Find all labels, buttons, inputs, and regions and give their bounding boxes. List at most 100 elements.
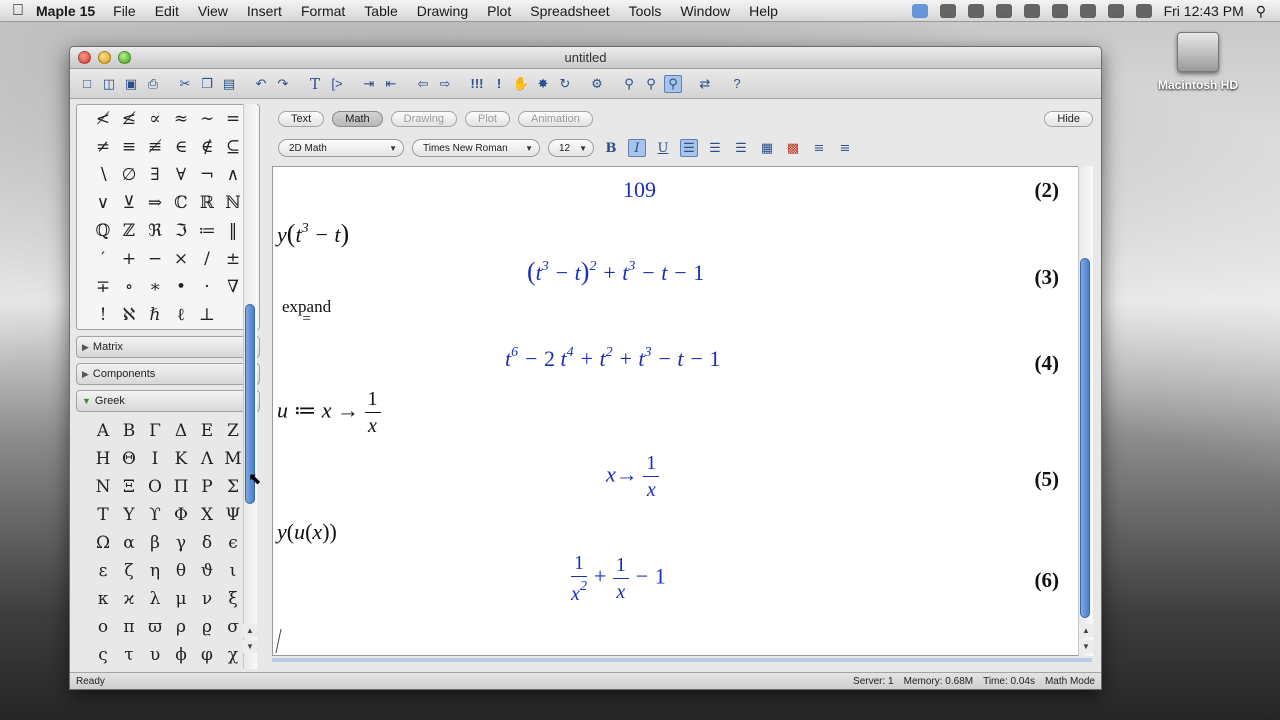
- greek-symbol[interactable]: Α: [90, 417, 116, 445]
- restart-icon[interactable]: ↻: [556, 75, 574, 93]
- undo-icon[interactable]: ↶: [252, 75, 270, 93]
- panel-divider[interactable]: [272, 658, 1092, 662]
- greek-symbol[interactable]: ς: [90, 641, 116, 666]
- greek-symbol[interactable]: ϒ: [142, 501, 168, 529]
- greek-symbol[interactable]: ρ: [168, 613, 194, 641]
- new-document-icon[interactable]: □: [78, 75, 96, 93]
- back-arrow-icon[interactable]: ⇦: [414, 75, 432, 93]
- palette-symbol[interactable]: ∗: [142, 273, 168, 301]
- debug-icon[interactable]: ✸: [534, 75, 552, 93]
- palette-symbol[interactable]: ℜ: [142, 217, 168, 245]
- palette-symbol[interactable]: ≢: [142, 133, 168, 161]
- palette-symbol[interactable]: ∀: [168, 161, 194, 189]
- input-y-of-u-of-x[interactable]: y(u(x)): [277, 519, 337, 545]
- greek-symbol[interactable]: Ξ: [116, 473, 142, 501]
- palette-symbol[interactable]: ·: [194, 273, 220, 301]
- greek-symbol[interactable]: θ: [168, 557, 194, 585]
- palette-symbol[interactable]: ≔: [194, 217, 220, 245]
- stop-hand-icon[interactable]: ✋: [512, 75, 530, 93]
- menu-drawing[interactable]: Drawing: [417, 3, 468, 19]
- palette-symbol[interactable]: ∨: [90, 189, 116, 217]
- greek-symbol[interactable]: ϕ: [168, 641, 194, 666]
- time-machine-icon[interactable]: [995, 4, 1012, 18]
- greek-symbol[interactable]: φ: [194, 641, 220, 666]
- greek-symbol[interactable]: κ: [90, 585, 116, 613]
- bullet-list-icon[interactable]: ≡: [810, 139, 828, 157]
- greek-symbol[interactable]: Θ: [116, 445, 142, 473]
- menu-spreadsheet[interactable]: Spreadsheet: [530, 3, 609, 19]
- greek-symbol[interactable]: Λ: [194, 445, 220, 473]
- greek-symbol[interactable]: υ: [142, 641, 168, 666]
- palette-symbol[interactable]: ⊻: [116, 189, 142, 217]
- settings-gear-icon[interactable]: ⚙: [588, 75, 606, 93]
- text-mode-icon[interactable]: T: [306, 75, 324, 93]
- worksheet-scrollbar[interactable]: ▲ ▼: [1078, 166, 1093, 656]
- palette-symbol[interactable]: ℚ: [90, 217, 116, 245]
- greek-symbol[interactable]: ν: [194, 585, 220, 613]
- menu-view[interactable]: View: [198, 3, 228, 19]
- menu-window[interactable]: Window: [680, 3, 730, 19]
- outdent-icon[interactable]: ⇤: [382, 75, 400, 93]
- greek-symbol[interactable]: Υ: [116, 501, 142, 529]
- toggle-input-icon[interactable]: ⇄: [696, 75, 714, 93]
- palette-symbol[interactable]: ≈: [168, 105, 194, 133]
- scroll-down-arrow-icon[interactable]: ▼: [1079, 640, 1093, 653]
- palette-symbol[interactable]: ≠: [90, 133, 116, 161]
- greek-symbol[interactable]: ϰ: [116, 585, 142, 613]
- bold-button[interactable]: B: [602, 139, 620, 157]
- greek-symbol[interactable]: α: [116, 529, 142, 557]
- paste-icon[interactable]: ▤: [220, 75, 238, 93]
- palette-header-components[interactable]: ▶ Components: [76, 363, 260, 385]
- align-left-icon[interactable]: ☰: [680, 139, 698, 157]
- indent-icon[interactable]: ⇥: [360, 75, 378, 93]
- palette-header-matrix[interactable]: ▶ Matrix: [76, 336, 260, 358]
- equation-label-5[interactable]: (5): [1035, 467, 1060, 492]
- greek-symbol[interactable]: ϖ: [142, 613, 168, 641]
- font-size-select[interactable]: 12 ▼: [548, 139, 594, 157]
- greek-symbol[interactable]: Π: [168, 473, 194, 501]
- align-right-icon[interactable]: ☰: [732, 139, 750, 157]
- greek-symbol[interactable]: λ: [142, 585, 168, 613]
- palette-symbol[interactable]: ′: [90, 245, 116, 273]
- greek-symbol[interactable]: Δ: [168, 417, 194, 445]
- palette-symbol[interactable]: •: [168, 273, 194, 301]
- greek-symbol[interactable]: π: [116, 613, 142, 641]
- menu-tools[interactable]: Tools: [629, 3, 662, 19]
- palette-symbol[interactable]: ×: [168, 245, 194, 273]
- greek-symbol[interactable]: ϑ: [194, 557, 220, 585]
- palette-symbol[interactable]: ℝ: [194, 189, 220, 217]
- execute-icon[interactable]: !: [490, 75, 508, 93]
- greek-symbol[interactable]: Ω: [90, 529, 116, 557]
- greek-symbol[interactable]: Ε: [194, 417, 220, 445]
- minimize-window-icon[interactable]: [98, 51, 111, 64]
- evernote-icon[interactable]: [967, 4, 984, 18]
- palette-scrollbar[interactable]: ▲ ▼: [243, 104, 259, 669]
- palette-symbol[interactable]: ∝: [142, 105, 168, 133]
- greek-symbol[interactable]: γ: [168, 529, 194, 557]
- palette-symbol[interactable]: ≡: [116, 133, 142, 161]
- greek-symbol[interactable]: τ: [116, 641, 142, 666]
- save-icon[interactable]: ▣: [122, 75, 140, 93]
- palette-symbol[interactable]: ∓: [90, 273, 116, 301]
- open-folder-icon[interactable]: ◫: [100, 75, 118, 93]
- print-icon[interactable]: ⎙: [144, 75, 162, 93]
- greek-symbol[interactable]: ο: [90, 613, 116, 641]
- execute-all-icon[interactable]: !!!: [468, 75, 486, 93]
- italic-button[interactable]: I: [628, 139, 646, 157]
- expand-context-label[interactable]: expand =: [282, 297, 331, 328]
- input-y-of-t3-minus-t[interactable]: y(t3 − t): [277, 219, 349, 249]
- greek-symbol[interactable]: ζ: [116, 557, 142, 585]
- greek-symbol[interactable]: η: [142, 557, 168, 585]
- palette-symbol[interactable]: ∉: [194, 133, 220, 161]
- palette-symbol[interactable]: !: [90, 301, 116, 329]
- palette-symbol[interactable]: ∈: [168, 133, 194, 161]
- numbered-list-icon[interactable]: ≡: [836, 139, 854, 157]
- equation-label-3[interactable]: (3): [1035, 265, 1060, 290]
- greek-symbol[interactable]: Ρ: [194, 473, 220, 501]
- greek-symbol[interactable]: μ: [168, 585, 194, 613]
- palette-symbol[interactable]: /: [194, 245, 220, 273]
- greek-symbol[interactable]: Η: [90, 445, 116, 473]
- greek-symbol[interactable]: β: [142, 529, 168, 557]
- scroll-down-arrow-icon[interactable]: ▼: [243, 640, 257, 653]
- font-select[interactable]: Times New Roman ▼: [412, 139, 540, 157]
